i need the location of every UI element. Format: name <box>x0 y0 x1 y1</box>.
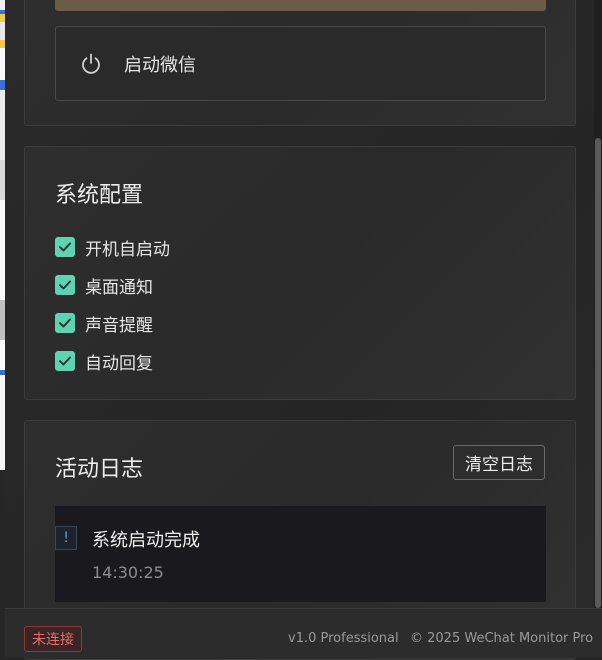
info-icon: ! <box>55 526 77 550</box>
log-entry: ! 系统启动完成 14:30:25 <box>55 506 546 602</box>
check-icon <box>59 356 71 366</box>
autostart-label: 开机自启动 <box>85 239 170 260</box>
desktop-notify-label: 桌面通知 <box>85 277 153 298</box>
control-card: 启动微信 <box>24 0 576 126</box>
option-sound-alert[interactable]: 声音提醒 <box>55 311 153 336</box>
copyright-text: © 2025 WeChat Monitor Pro <box>410 631 594 646</box>
check-icon <box>59 280 71 290</box>
launch-wechat-label: 启动微信 <box>124 54 196 76</box>
connection-status-badge: 未连接 <box>24 626 82 652</box>
log-timestamp: 14:30:25 <box>92 563 164 582</box>
launch-wechat-button[interactable]: 启动微信 <box>55 26 546 101</box>
option-autostart[interactable]: 开机自启动 <box>55 235 170 260</box>
autostart-checkbox[interactable] <box>55 237 75 257</box>
option-desktop-notify[interactable]: 桌面通知 <box>55 273 153 298</box>
activity-log-title: 活动日志 <box>55 457 144 482</box>
scrollbar-thumb[interactable] <box>595 138 601 608</box>
top-action-bar[interactable] <box>55 0 546 11</box>
status-bar: 未连接 v1.0 Professional © 2025 WeChat Moni… <box>5 608 602 657</box>
scrollbar[interactable] <box>594 0 602 608</box>
check-icon <box>59 242 71 252</box>
option-auto-reply[interactable]: 自动回复 <box>55 349 153 374</box>
clear-log-button[interactable]: 清空日志 <box>453 445 545 480</box>
version-text: v1.0 Professional <box>288 631 399 646</box>
log-message: 系统启动完成 <box>92 530 200 551</box>
auto-reply-checkbox[interactable] <box>55 351 75 371</box>
sound-alert-label: 声音提醒 <box>85 315 153 336</box>
sound-alert-checkbox[interactable] <box>55 313 75 333</box>
desktop-notify-checkbox[interactable] <box>55 275 75 295</box>
check-icon <box>59 318 71 328</box>
system-config-title: 系统配置 <box>55 183 144 208</box>
app-window: 启动微信 系统配置 开机自启动 桌面通知 声音提醒 自动回复 活动日志 清空日志… <box>5 0 602 660</box>
system-config-card: 系统配置 开机自启动 桌面通知 声音提醒 自动回复 <box>24 146 576 400</box>
auto-reply-label: 自动回复 <box>85 353 153 374</box>
power-icon <box>79 52 103 76</box>
